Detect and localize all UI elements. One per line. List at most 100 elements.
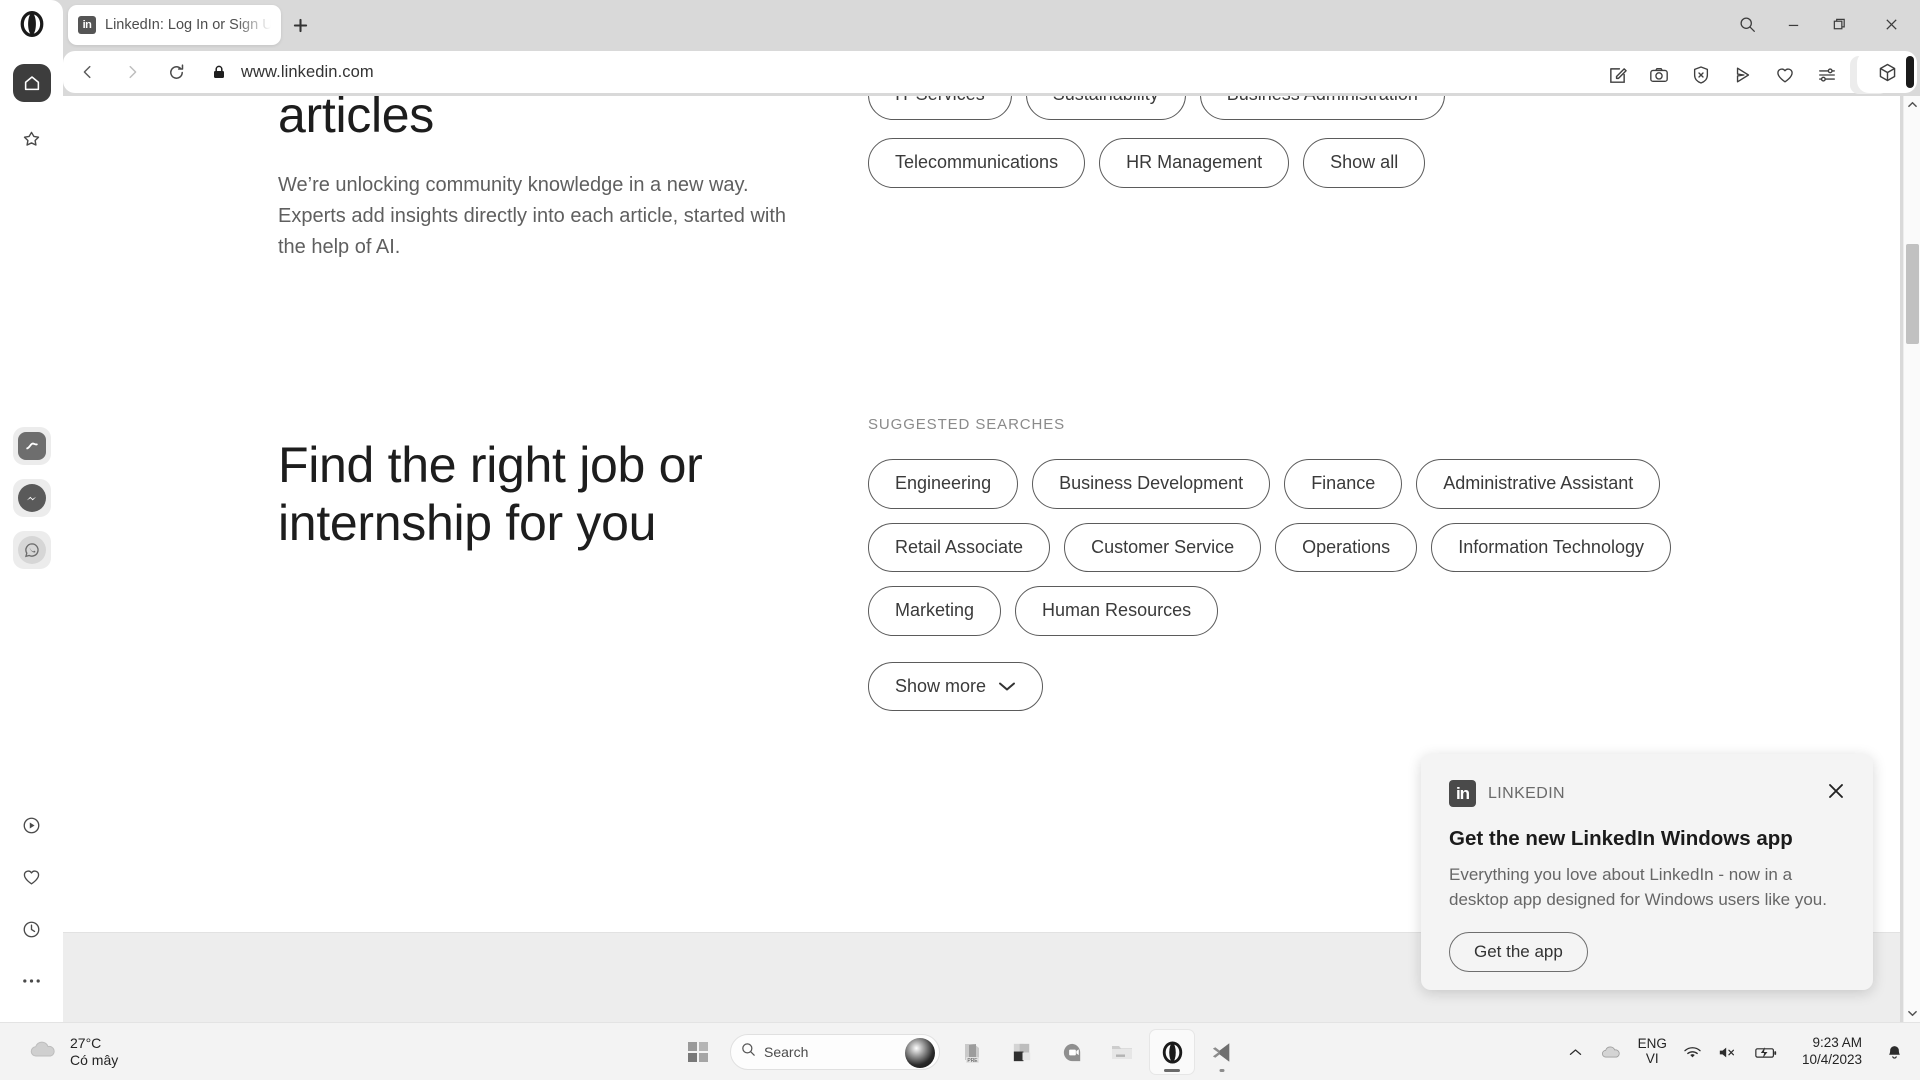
opera-logo-icon[interactable] bbox=[0, 0, 63, 48]
clock-date[interactable]: 9:23 AM 10/4/2023 bbox=[1787, 1030, 1877, 1074]
linkedin-favicon-icon: in bbox=[78, 16, 96, 34]
jobs-heading-line2: internship for you bbox=[278, 495, 657, 551]
vscode-icon[interactable] bbox=[1200, 1030, 1244, 1074]
toast-header: in LINKEDIN bbox=[1449, 780, 1845, 807]
url-text[interactable]: www.linkedin.com bbox=[241, 63, 374, 82]
notification-bell-icon[interactable] bbox=[1879, 1030, 1910, 1074]
page-scrollbar[interactable] bbox=[1903, 96, 1920, 1022]
site-security-lock-icon[interactable] bbox=[211, 64, 227, 80]
send-icon[interactable] bbox=[1724, 56, 1762, 94]
chip-sustainability[interactable]: Sustainability bbox=[1025, 96, 1186, 120]
note-edit-icon[interactable] bbox=[1598, 56, 1636, 94]
linkedin-app-toast: in LINKEDIN Get the new LinkedIn Windows… bbox=[1421, 754, 1873, 990]
screen: in LinkedIn: Log In or Sign U www.linked… bbox=[0, 0, 1920, 1080]
chip-finance[interactable]: Finance bbox=[1284, 459, 1403, 509]
window-restore-icon[interactable] bbox=[1816, 4, 1862, 44]
sidebar-item-home[interactable] bbox=[12, 64, 51, 102]
snapshot-camera-icon[interactable] bbox=[1640, 56, 1678, 94]
get-the-app-button[interactable]: Get the app bbox=[1449, 932, 1588, 973]
chat-icon[interactable] bbox=[1050, 1030, 1094, 1074]
svg-text:PRE: PRE bbox=[967, 1058, 978, 1064]
sidebar-item-aria[interactable] bbox=[12, 427, 51, 465]
opera-icon[interactable] bbox=[1150, 1030, 1194, 1074]
tab-title: LinkedIn: Log In or Sign U bbox=[105, 17, 271, 33]
volume-muted-icon[interactable] bbox=[1711, 1030, 1745, 1074]
sidebar-item-player[interactable] bbox=[13, 806, 51, 844]
top-chips-clipped-row: IT Services Sustainability Business Admi… bbox=[868, 96, 1768, 120]
chip-marketing[interactable]: Marketing bbox=[868, 586, 1002, 636]
scrollbar-down-arrow-icon[interactable] bbox=[1904, 1005, 1920, 1022]
system-tray: ENG VI 9:23 AM 10/4/2023 bbox=[1561, 1023, 1920, 1080]
windows-taskbar: 27°C Có mây Search PRE ENG VI 9:23 AM 10… bbox=[0, 1022, 1920, 1080]
sidebar-item-history[interactable] bbox=[13, 910, 51, 948]
language-secondary: VI bbox=[1645, 1051, 1659, 1066]
taskbar-center: Search PRE bbox=[676, 1023, 1244, 1080]
tray-time: 9:23 AM bbox=[1812, 1035, 1862, 1051]
articles-paragraph: We’re unlocking community knowledge in a… bbox=[278, 174, 787, 258]
tray-overflow-chevron-up-icon[interactable] bbox=[1561, 1030, 1591, 1074]
chip-it-services[interactable]: IT Services bbox=[868, 96, 1012, 120]
chip-retail-associate[interactable]: Retail Associate bbox=[868, 522, 1051, 573]
forward-button[interactable] bbox=[113, 53, 151, 91]
sidebar-item-whatsapp[interactable] bbox=[12, 531, 51, 569]
suggested-searches-label: SUGGESTED SEARCHES bbox=[868, 416, 1066, 433]
chip-business-development[interactable]: Business Development bbox=[1032, 459, 1271, 509]
reload-button[interactable] bbox=[157, 53, 195, 91]
sidebar-item-favorites[interactable] bbox=[13, 120, 51, 158]
chip-customer-service[interactable]: Customer Service bbox=[1064, 522, 1262, 573]
chip-administrative-assistant[interactable]: Administrative Assistant bbox=[1416, 459, 1661, 509]
jobs-heading-line1: Find the right job or bbox=[278, 437, 703, 493]
scrollbar-up-arrow-icon[interactable] bbox=[1904, 96, 1920, 113]
toast-brand-label: LINKEDIN bbox=[1488, 784, 1565, 802]
address-bar[interactable]: www.linkedin.com bbox=[63, 51, 1904, 94]
suggested-search-chips: Engineering Business Development Finance… bbox=[868, 459, 1748, 636]
sidebar-item-messenger[interactable] bbox=[12, 479, 51, 517]
windows-app-icon[interactable] bbox=[1000, 1030, 1044, 1074]
window-search-icon[interactable] bbox=[1724, 4, 1770, 44]
battery-charging-icon[interactable] bbox=[1747, 1030, 1785, 1074]
sidebar-item-heart[interactable] bbox=[13, 858, 51, 896]
show-more-button[interactable]: Show more bbox=[868, 661, 1044, 711]
onedrive-cloud-icon[interactable] bbox=[1593, 1030, 1629, 1074]
linkedin-logo-icon: in bbox=[1449, 780, 1476, 807]
window-close-icon[interactable] bbox=[1862, 4, 1920, 44]
taskbar-search-placeholder: Search bbox=[764, 1044, 809, 1060]
chip-business-administration[interactable]: Business Administration bbox=[1199, 96, 1445, 120]
tray-date: 10/4/2023 bbox=[1801, 1052, 1862, 1067]
easy-setup-icon[interactable] bbox=[1808, 56, 1846, 94]
scrollbar-thumb[interactable] bbox=[1906, 244, 1919, 344]
suggested-searches-block: SUGGESTED SEARCHES Engineering Business … bbox=[868, 416, 1768, 711]
show-more-label: Show more bbox=[895, 675, 987, 696]
search-icon bbox=[741, 1042, 756, 1062]
new-tab-button[interactable] bbox=[285, 10, 315, 40]
toast-close-icon[interactable] bbox=[1823, 778, 1849, 804]
back-button[interactable] bbox=[69, 53, 107, 91]
window-minimize-icon[interactable] bbox=[1770, 4, 1816, 44]
chip-operations[interactable]: Operations bbox=[1275, 522, 1418, 573]
chip-information-technology[interactable]: Information Technology bbox=[1431, 522, 1671, 573]
jobs-heading-block: Find the right job or internship for you bbox=[278, 436, 838, 552]
office-pre-icon[interactable]: PRE bbox=[950, 1030, 994, 1074]
toast-title: Get the new LinkedIn Windows app bbox=[1449, 827, 1793, 850]
chevron-down-icon bbox=[998, 676, 1016, 697]
weather-condition: Có mây bbox=[70, 1052, 119, 1068]
window-controls bbox=[1724, 0, 1920, 48]
copilot-orb-icon[interactable] bbox=[905, 1038, 935, 1068]
chip-hr-management[interactable]: HR Management bbox=[1099, 138, 1290, 188]
ad-block-shield-icon[interactable] bbox=[1682, 56, 1720, 94]
window-scroll-indicator[interactable] bbox=[1906, 56, 1914, 88]
browser-tab-linkedin[interactable]: in LinkedIn: Log In or Sign U bbox=[68, 5, 281, 45]
taskbar-search-box[interactable]: Search bbox=[730, 1034, 940, 1070]
file-explorer-icon[interactable] bbox=[1100, 1030, 1144, 1074]
taskbar-weather-widget[interactable]: 27°C Có mây bbox=[18, 1023, 128, 1080]
chip-show-all[interactable]: Show all bbox=[1303, 138, 1426, 188]
sidebar-item-more[interactable] bbox=[13, 962, 51, 1000]
tab-strip: in LinkedIn: Log In or Sign U bbox=[0, 0, 1920, 48]
wifi-icon[interactable] bbox=[1676, 1030, 1709, 1074]
language-indicator[interactable]: ENG VI bbox=[1631, 1030, 1674, 1074]
chip-engineering[interactable]: Engineering bbox=[868, 459, 1019, 509]
heart-icon[interactable] bbox=[1766, 56, 1804, 94]
chip-human-resources[interactable]: Human Resources bbox=[1015, 586, 1219, 636]
chip-telecommunications[interactable]: Telecommunications bbox=[868, 138, 1086, 188]
windows-start-icon[interactable] bbox=[676, 1030, 720, 1074]
